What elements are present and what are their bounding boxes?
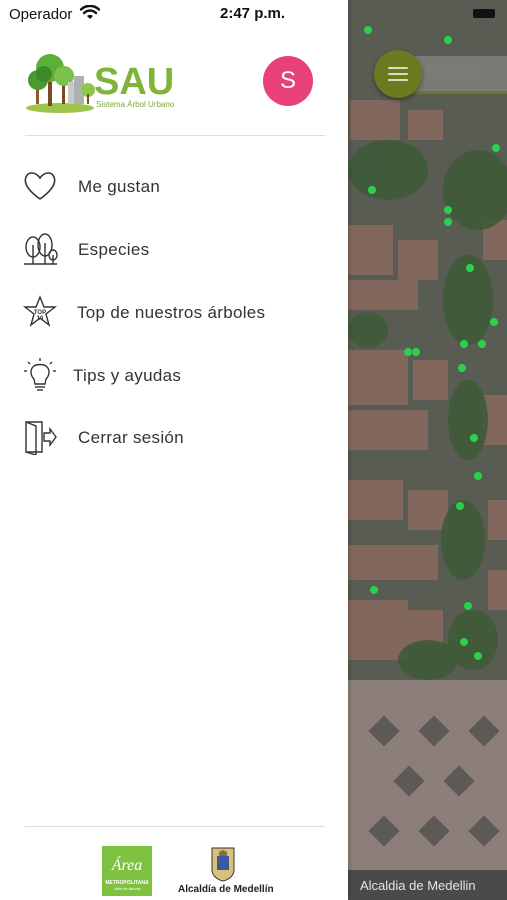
svg-text:SAU: SAU bbox=[94, 61, 174, 103]
menu-item-label: Top de nuestros árboles bbox=[77, 303, 266, 322]
menu-item-label: Me gustan bbox=[78, 177, 161, 196]
status-bar: Operador 2:47 p.m. bbox=[0, 0, 348, 28]
alcaldia-medellin-logo: Alcaldía de Medellín bbox=[178, 846, 274, 896]
menu-line bbox=[388, 79, 408, 81]
lightbulb-icon bbox=[24, 358, 56, 391]
menu-item-cerrar-sesion[interactable]: Cerrar sesión bbox=[0, 411, 348, 465]
map-view[interactable]: Buscar Alcaldia de Medellin bbox=[348, 0, 507, 900]
menu-item-label: Tips y ayudas bbox=[73, 366, 182, 385]
logout-door-icon bbox=[25, 421, 57, 455]
clock: 2:47 p.m. bbox=[220, 5, 286, 22]
logo-subtitle: Sistema Árbol Urbano bbox=[96, 100, 175, 109]
medellin-logo-text: Alcaldía de Medellín bbox=[178, 884, 274, 895]
satellite-map[interactable] bbox=[348, 0, 507, 900]
menu-line bbox=[388, 67, 408, 69]
menu-item-label: Cerrar sesión bbox=[78, 428, 184, 447]
area-metropolitana-logo: Área METROPOLITANA Valle de Aburrá bbox=[102, 846, 152, 896]
avatar[interactable]: S bbox=[263, 56, 313, 106]
medellin-shield-icon bbox=[211, 847, 235, 882]
menu-item-top-arboles[interactable]: TOP 10 Top de nuestros árboles bbox=[0, 286, 348, 340]
svg-text:Área: Área bbox=[111, 855, 143, 874]
menu-item-me-gustan[interactable]: Me gustan bbox=[0, 160, 348, 214]
divider bbox=[25, 826, 325, 827]
trees-icon bbox=[24, 233, 58, 265]
menu-item-especies[interactable]: Especies bbox=[0, 223, 348, 277]
menu-item-tips[interactable]: Tips y ayudas bbox=[0, 349, 348, 403]
side-drawer: Operador 2:47 p.m. SAU Sistema Árbol Urb… bbox=[0, 0, 348, 900]
divider bbox=[25, 135, 325, 136]
heart-icon bbox=[24, 172, 56, 200]
hamburger-menu-button[interactable] bbox=[374, 50, 422, 98]
top10-star-icon: TOP 10 bbox=[22, 295, 58, 327]
battery-icon bbox=[473, 9, 495, 18]
map-credit: Alcaldia de Medellin bbox=[348, 870, 507, 900]
wifi-icon bbox=[80, 5, 100, 19]
svg-text:10: 10 bbox=[37, 316, 44, 322]
carrier-label: Operador bbox=[9, 6, 73, 23]
svg-text:Valle de Aburrá: Valle de Aburrá bbox=[113, 886, 141, 891]
menu-line bbox=[388, 73, 408, 75]
menu-item-label: Especies bbox=[78, 240, 150, 259]
search-input[interactable]: Buscar bbox=[412, 56, 507, 94]
